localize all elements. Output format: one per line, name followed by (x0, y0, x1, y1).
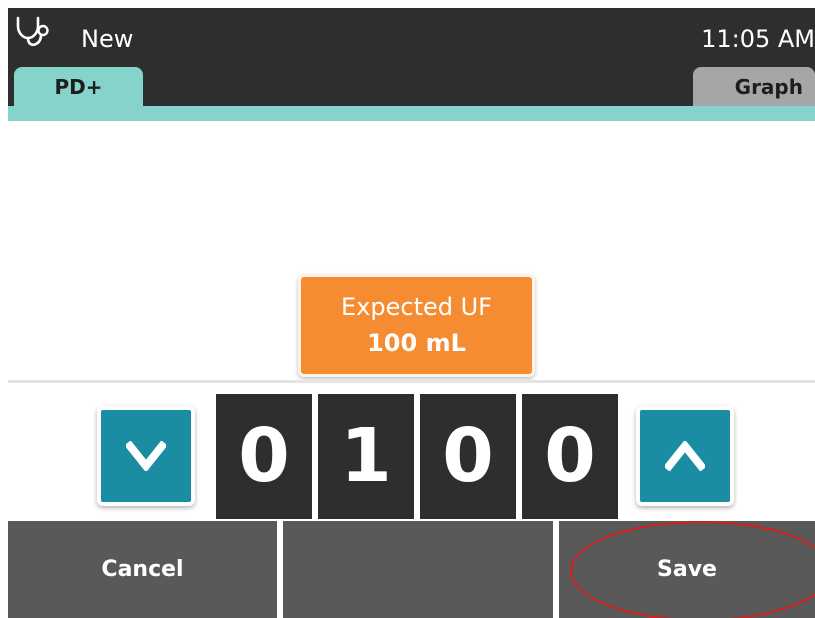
tab-graph[interactable]: Graph (693, 67, 815, 106)
digit-tens: 0 (420, 394, 516, 519)
clock-time: 11:05 AM (701, 25, 815, 53)
device-screen: New 11:05 AM PD+ Graph Expected UF 100 m… (8, 8, 815, 618)
tab-label: PD+ (54, 75, 103, 99)
save-button[interactable]: Save (559, 521, 815, 618)
tab-pd-plus[interactable]: PD+ (14, 67, 143, 106)
digit-hundreds: 1 (318, 394, 414, 519)
increment-button[interactable] (636, 406, 734, 506)
divider (8, 380, 815, 383)
badge-label: Expected UF (341, 293, 492, 321)
stethoscope-icon (14, 14, 52, 48)
decrement-button[interactable] (97, 406, 195, 506)
active-tab-strip (8, 106, 815, 121)
blank-footer-button[interactable] (283, 521, 553, 618)
tab-label: Graph (734, 75, 803, 99)
digit-ones: 0 (522, 394, 618, 519)
screen-title: New (81, 25, 134, 53)
digit-thousands: 0 (216, 394, 312, 519)
cancel-button[interactable]: Cancel (8, 521, 277, 618)
badge-value: 100 mL (367, 329, 466, 357)
expected-uf-badge: Expected UF 100 mL (298, 274, 535, 377)
header-bar: New 11:05 AM PD+ Graph (8, 8, 815, 106)
